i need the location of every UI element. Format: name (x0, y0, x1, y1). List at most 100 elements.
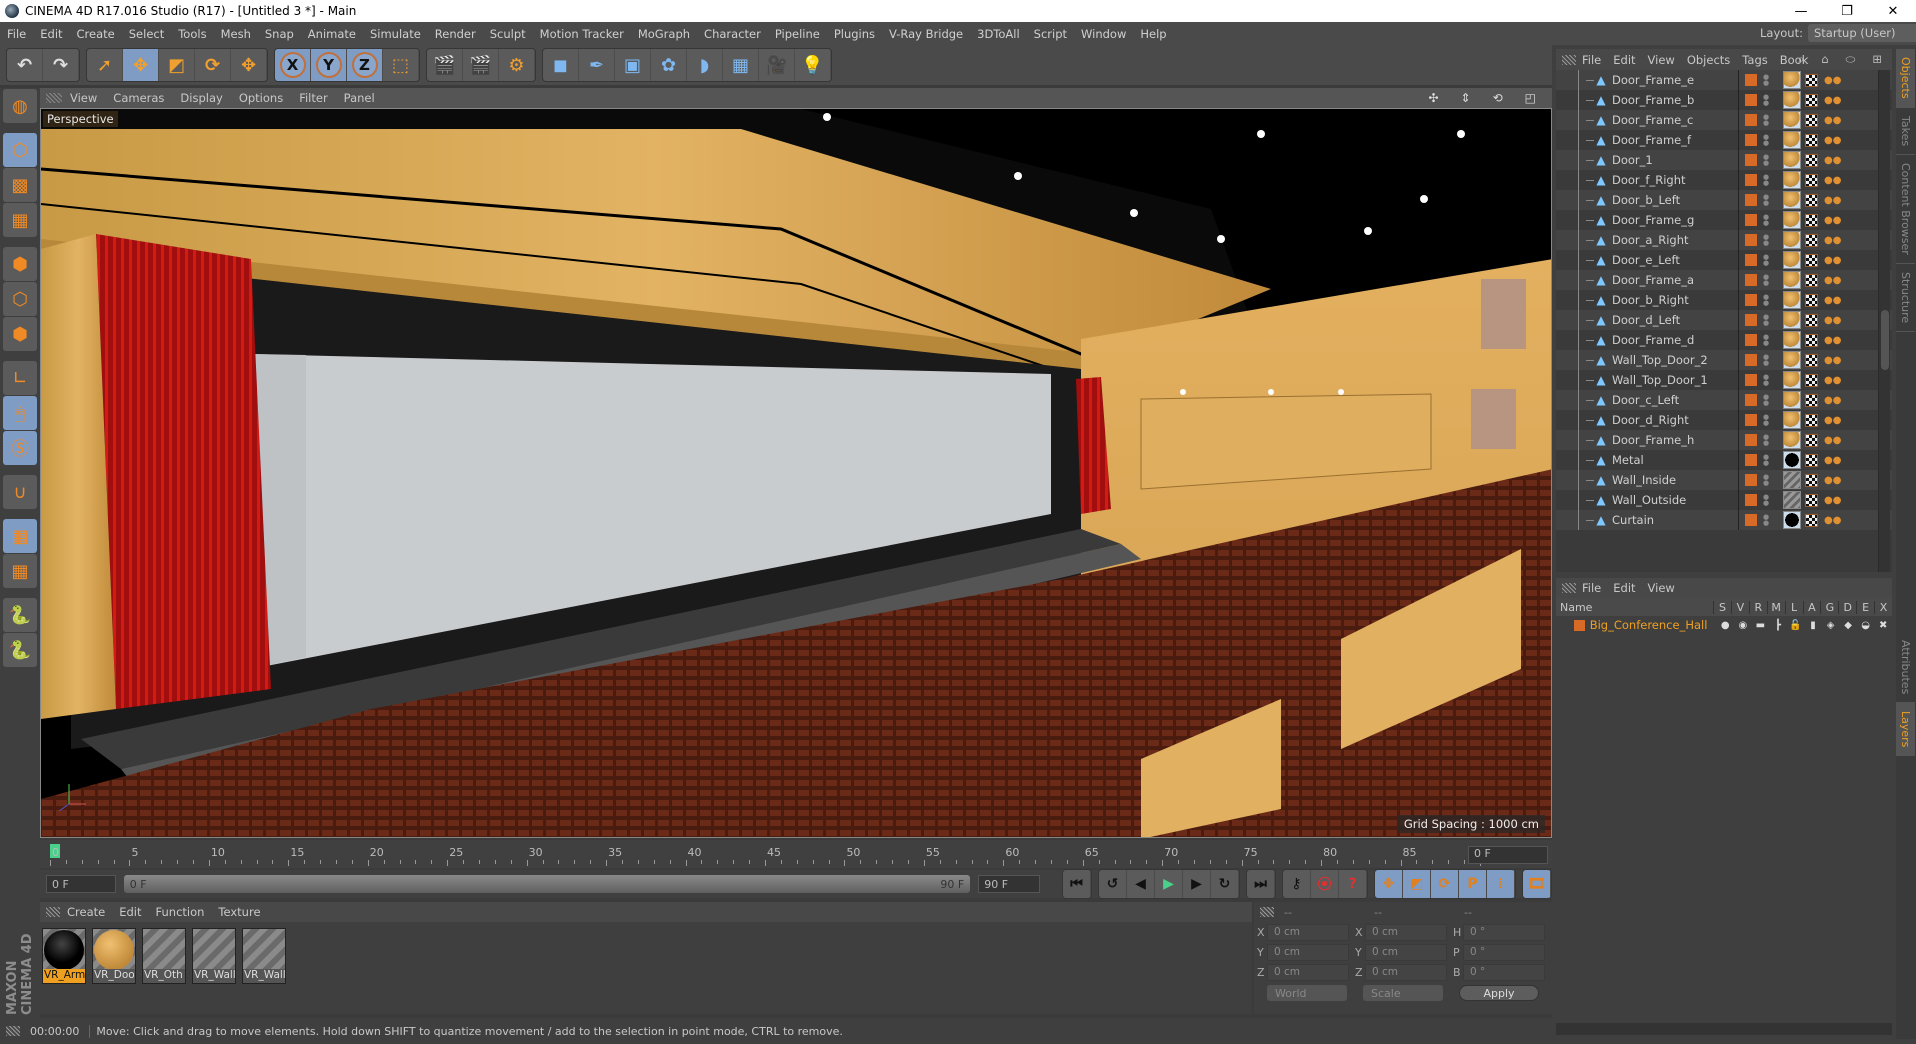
layer-color-swatch[interactable] (1745, 254, 1757, 266)
side-tab-structure[interactable]: Structure (1896, 264, 1915, 332)
layer-color-swatch[interactable] (1745, 134, 1757, 146)
uvw-tag-icon[interactable] (1805, 433, 1818, 447)
layer-color-swatch[interactable] (1745, 394, 1757, 406)
menu-v-ray-bridge[interactable]: V-Ray Bridge (882, 27, 970, 41)
texture-tag-wood[interactable] (1783, 211, 1801, 229)
model-mode-button[interactable]: ⬡ (3, 133, 37, 167)
object-name[interactable]: Door_b_Right (1612, 293, 1738, 307)
layer-color-swatch[interactable] (1745, 94, 1757, 106)
menu-edit[interactable]: Edit (33, 27, 69, 41)
layer-color-swatch[interactable] (1745, 234, 1757, 246)
material-menu-function[interactable]: Function (149, 905, 212, 919)
material-swatch[interactable]: VR_Wall (242, 928, 286, 984)
menu-window[interactable]: Window (1074, 27, 1133, 41)
menu-sculpt[interactable]: Sculpt (483, 27, 533, 41)
vray-tag-icon[interactable]: ●● (1824, 415, 1841, 426)
menu-mesh[interactable]: Mesh (214, 27, 258, 41)
scrollbar-thumb[interactable] (1881, 310, 1889, 370)
object-name[interactable]: Door_e_Left (1612, 253, 1738, 267)
coord-field-position[interactable]: 0 cm (1267, 923, 1349, 941)
uvw-tag-icon[interactable] (1805, 153, 1818, 167)
pen-spline-button[interactable]: ✒ (579, 49, 615, 81)
object-name[interactable]: Door_1 (1612, 153, 1738, 167)
texture-mode-button[interactable]: ▩ (3, 168, 37, 202)
vray-tag-icon[interactable]: ●● (1824, 235, 1841, 246)
layer-color-swatch[interactable] (1745, 434, 1757, 446)
viewport-menu-cameras[interactable]: Cameras (105, 91, 172, 105)
vray-tag-icon[interactable]: ●● (1824, 295, 1841, 306)
layer-color-swatch[interactable] (1745, 514, 1757, 526)
texture-tag-striped[interactable] (1783, 471, 1801, 489)
grip-handle[interactable] (1260, 907, 1274, 917)
texture-tag-wood[interactable] (1783, 71, 1801, 89)
uvw-tag-icon[interactable] (1805, 293, 1818, 307)
visibility-dots[interactable]: ● ● (1763, 414, 1769, 427)
menu-mograph[interactable]: MoGraph (631, 27, 697, 41)
menu-file[interactable]: File (0, 27, 33, 41)
layer-color-swatch[interactable] (1745, 274, 1757, 286)
uvw-tag-icon[interactable] (1805, 373, 1818, 387)
material-menu-create[interactable]: Create (60, 905, 112, 919)
side-tab-objects[interactable]: Objects (1896, 49, 1915, 108)
uvw-tag-icon[interactable] (1805, 253, 1818, 267)
new-window-icon[interactable]: ⊞ (1866, 52, 1888, 67)
visibility-dots[interactable]: ● ● (1763, 454, 1769, 467)
visibility-dots[interactable]: ● ● (1763, 294, 1769, 307)
visibility-dots[interactable]: ● ● (1763, 234, 1769, 247)
floor-button[interactable]: ▦ (723, 49, 759, 81)
cube-button[interactable]: ◼ (543, 49, 579, 81)
grip-handle[interactable] (1562, 583, 1576, 593)
key-pla-button[interactable]: ⁞ (1487, 870, 1515, 898)
layer-color-swatch[interactable] (1745, 314, 1757, 326)
object-row[interactable]: ▲ Door_Frame_d ● ● ●● (1556, 330, 1892, 350)
texture-tag-striped[interactable] (1783, 491, 1801, 509)
vray-tag-icon[interactable]: ●● (1824, 155, 1841, 166)
deformer-button[interactable]: ◗ (687, 49, 723, 81)
coord-field-rotation[interactable]: 0 ° (1463, 923, 1545, 941)
texture-tag-wood[interactable] (1783, 271, 1801, 289)
undo-button[interactable]: ↶ (7, 49, 43, 81)
object-row[interactable]: ▲ Door_c_Left ● ● ●● (1556, 390, 1892, 410)
menu-create[interactable]: Create (70, 27, 122, 41)
material-swatch[interactable]: VR_Arm (42, 928, 86, 984)
viewport-menu-display[interactable]: Display (172, 91, 230, 105)
object-row[interactable]: ▲ Door_f_Right ● ● ●● (1556, 170, 1892, 190)
lock-toggle-icon[interactable]: 🔓 (1787, 620, 1805, 631)
menu-render[interactable]: Render (428, 27, 483, 41)
recent-tool-button[interactable]: ✥ (231, 49, 267, 81)
material-swatch[interactable]: VR_Wall (192, 928, 236, 984)
scale-button[interactable]: ◩ (159, 49, 195, 81)
timeline-ruler[interactable]: 051015202530354045505560657075808590 0 F (40, 840, 1552, 868)
cloner-button[interactable]: ✿ (651, 49, 687, 81)
redo-button[interactable]: ↷ (43, 49, 79, 81)
vray-tag-icon[interactable]: ●● (1824, 375, 1841, 386)
toggle-icon[interactable]: ⬭ (1840, 52, 1862, 67)
viewport-menu-filter[interactable]: Filter (291, 91, 335, 105)
layer-menu-view[interactable]: View (1642, 581, 1681, 595)
vray-tag-icon[interactable]: ●● (1824, 215, 1841, 226)
camera-button[interactable]: 🎥 (759, 49, 795, 81)
visibility-dots[interactable]: ● ● (1763, 274, 1769, 287)
texture-tag-wood[interactable] (1783, 371, 1801, 389)
locked-workplane-button[interactable]: ▦ (3, 519, 37, 553)
object-name[interactable]: Door_f_Right (1612, 173, 1738, 187)
keyframe-selection-button[interactable]: ? (1339, 870, 1367, 898)
light-button[interactable]: 💡 (795, 49, 831, 81)
layer-color-swatch[interactable] (1745, 194, 1757, 206)
viewport-menu-panel[interactable]: Panel (336, 91, 383, 105)
coord-field-size[interactable]: 0 cm (1365, 943, 1447, 961)
visibility-dots[interactable]: ● ● (1763, 134, 1769, 147)
menu-snap[interactable]: Snap (258, 27, 301, 41)
edges-mode-button[interactable]: ⬡ (3, 282, 37, 316)
uvw-tag-icon[interactable] (1805, 473, 1818, 487)
texture-tag-wood[interactable] (1783, 411, 1801, 429)
record-keys-button[interactable]: ⚷ (1283, 870, 1311, 898)
tweak-mode-button[interactable]: 🖱 (3, 396, 37, 430)
frame-ruler[interactable]: 051015202530354045505560657075808590 (50, 842, 1486, 866)
uvw-tag-icon[interactable] (1805, 513, 1818, 527)
key-position-button[interactable]: ✥ (1375, 870, 1403, 898)
object-name[interactable]: Door_d_Left (1612, 313, 1738, 327)
object-name[interactable]: Door_a_Right (1612, 233, 1738, 247)
texture-tag-wood[interactable] (1783, 151, 1801, 169)
uvw-tag-icon[interactable] (1805, 393, 1818, 407)
